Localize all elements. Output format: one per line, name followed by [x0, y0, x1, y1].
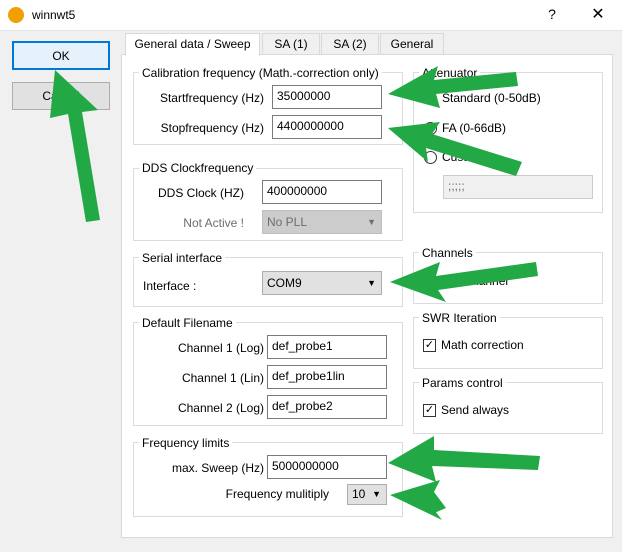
tab-sa1[interactable]: SA (1) [262, 33, 320, 55]
stop-frequency-label: Stopfrequency (Hz) [160, 121, 264, 135]
standard-radio[interactable] [424, 92, 437, 105]
math-correction-checkbox[interactable]: ✓ [423, 339, 436, 352]
calibration-title: Calibration frequency (Math.-correction … [139, 66, 382, 80]
send-always-checkbox[interactable]: ✓ [423, 404, 436, 417]
filename-title: Default Filename [139, 316, 236, 330]
send-always-label: Send always [441, 403, 510, 417]
pll-select-value: No PLL [267, 215, 308, 229]
math-correction-label: Math correction [441, 338, 524, 352]
frequency-limits-group [133, 442, 403, 517]
pll-select: No PLL ▼ [262, 210, 382, 234]
channel2-log-label: Channel 2 (Log) [177, 401, 264, 415]
swr-title: SWR Iteration [419, 311, 500, 325]
interface-select-value: COM9 [267, 276, 302, 290]
max-sweep-input[interactable]: 5000000000 [267, 455, 387, 479]
pll-label: Not Active ! [183, 216, 244, 230]
channel2-log-input[interactable]: def_probe2 [267, 395, 387, 419]
app-icon [8, 7, 24, 23]
chevron-down-icon: ▼ [367, 217, 376, 227]
max-sweep-label: max. Sweep (Hz) [171, 461, 264, 475]
custom-radio[interactable] [424, 151, 437, 164]
close-button[interactable]: ✕ [578, 4, 618, 26]
ok-button[interactable]: OK [12, 41, 110, 70]
tab-general[interactable]: General [380, 33, 444, 55]
channel1-log-input[interactable]: def_probe1 [267, 335, 387, 359]
tab-general-data-sweep[interactable]: General data / Sweep [125, 33, 260, 56]
chevron-down-icon: ▼ [372, 489, 381, 499]
channel1-lin-label: Channel 1 (Lin) [181, 371, 264, 385]
channels-title: Channels [419, 246, 476, 260]
stop-frequency-input[interactable]: 4400000000 [272, 115, 382, 139]
chevron-down-icon: ▼ [367, 278, 376, 288]
tab-sa2[interactable]: SA (2) [321, 33, 379, 55]
dds-clock-input[interactable]: 400000000 [262, 180, 382, 204]
one-channel-label[interactable]: One channel [440, 274, 508, 288]
title-bar [0, 0, 622, 31]
start-frequency-input[interactable]: 35000000 [272, 85, 382, 109]
help-button[interactable]: ? [532, 6, 572, 26]
frequency-multiply-select[interactable]: 10 ▼ [347, 484, 387, 505]
standard-radio-label: Standard (0-50dB) [442, 91, 541, 105]
channel1-log-label: Channel 1 (Log) [177, 341, 264, 355]
frequency-multiply-label: Frequency mulitiply [225, 487, 329, 501]
dds-title: DDS Clockfrequency [139, 161, 257, 175]
custom-input: ;;;;; [443, 175, 593, 199]
fa-radio-label: FA (0-66dB) [442, 121, 507, 135]
attenuator-title: Attenuator [419, 66, 481, 80]
fa-radio[interactable] [424, 122, 437, 135]
cancel-button[interactable]: Cancel [12, 82, 110, 110]
channel1-lin-input[interactable]: def_probe1lin [267, 365, 387, 389]
frequency-limits-title: Frequency limits [139, 436, 233, 450]
window-title: winnwt5 [32, 8, 76, 22]
custom-radio-label: Custom [442, 150, 484, 164]
dds-clock-label: DDS Clock (HZ) [158, 186, 244, 200]
start-frequency-label: Startfrequency (Hz) [159, 91, 264, 105]
frequency-multiply-value: 10 [352, 487, 366, 501]
params-title: Params control [419, 376, 506, 390]
serial-title: Serial interface [139, 251, 226, 265]
interface-label: Interface : [143, 279, 197, 293]
interface-select[interactable]: COM9 ▼ [262, 271, 382, 295]
